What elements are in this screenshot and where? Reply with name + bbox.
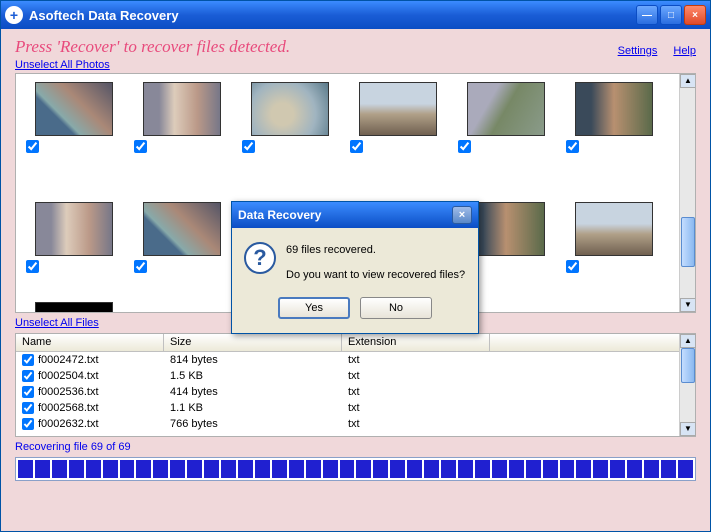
photo-thumbnail[interactable] [35,302,113,313]
dialog-text: 69 files recovered. Do you want to view … [286,242,465,283]
file-checkbox[interactable] [22,402,34,414]
photo-item[interactable] [236,82,344,182]
photo-thumbnail[interactable] [143,202,221,256]
photo-item[interactable] [128,82,236,182]
scroll-down-icon[interactable]: ▼ [680,422,696,436]
file-ext: txt [342,402,490,414]
question-icon: ? [244,242,276,274]
settings-link[interactable]: Settings [618,45,658,57]
status-text: Recovering file 69 of 69 [1,437,710,455]
photo-thumbnail[interactable] [251,82,329,136]
file-name: f0002504.txt [38,370,99,382]
file-name: f0002472.txt [38,354,99,366]
maximize-button[interactable]: □ [660,5,682,25]
unselect-all-photos-link[interactable]: Unselect All Photos [15,59,110,71]
file-row[interactable]: f0002504.txt 1.5 KB txt [16,368,695,384]
close-button[interactable]: × [684,5,706,25]
photo-item[interactable] [560,182,668,282]
file-row[interactable]: f0002472.txt 814 bytes txt [16,352,695,368]
instruction-text: Press 'Recover' to recover files detecte… [15,37,618,57]
photo-checkbox[interactable] [26,140,39,153]
photo-item[interactable] [20,182,128,282]
app-icon [5,6,23,24]
photo-thumbnail[interactable] [359,82,437,136]
file-checkbox[interactable] [22,386,34,398]
file-name: f0002632.txt [38,418,99,430]
dialog-close-button[interactable]: × [452,206,472,224]
photo-checkbox[interactable] [26,260,39,273]
photo-item[interactable] [452,82,560,182]
scroll-down-icon[interactable]: ▼ [680,298,696,312]
scroll-thumb[interactable] [681,217,695,267]
photo-item[interactable] [20,282,128,313]
recovery-dialog: Data Recovery × ? 69 files recovered. Do… [231,201,479,334]
photo-checkbox[interactable] [242,140,255,153]
scroll-thumb[interactable] [681,348,695,383]
file-checkbox[interactable] [22,370,34,382]
scroll-up-icon[interactable]: ▲ [680,74,696,88]
file-checkbox[interactable] [22,354,34,366]
yes-button[interactable]: Yes [278,297,350,319]
photo-item[interactable] [560,82,668,182]
files-scrollbar[interactable]: ▲ ▼ [679,334,695,436]
no-button[interactable]: No [360,297,432,319]
photo-checkbox[interactable] [350,140,363,153]
photo-thumbnail[interactable] [143,82,221,136]
file-size: 414 bytes [164,386,342,398]
photo-thumbnail[interactable] [35,202,113,256]
photo-scrollbar[interactable]: ▲ ▼ [679,74,695,312]
titlebar: Asoftech Data Recovery — □ × [1,1,710,29]
file-row[interactable]: f0002632.txt 766 bytes txt [16,416,695,432]
photo-checkbox[interactable] [458,140,471,153]
file-size: 1.5 KB [164,370,342,382]
file-ext: txt [342,418,490,430]
files-header: Name Size Extension [16,334,695,352]
dialog-line1: 69 files recovered. [286,242,465,259]
column-spacer [490,334,695,351]
file-size: 1.1 KB [164,402,342,414]
photo-item[interactable] [344,82,452,182]
column-name[interactable]: Name [16,334,164,351]
help-link[interactable]: Help [673,45,696,57]
photo-checkbox[interactable] [134,140,147,153]
files-body: f0002472.txt 814 bytes txt f0002504.txt … [16,352,695,432]
photo-thumbnail[interactable] [467,82,545,136]
file-row[interactable]: f0002568.txt 1.1 KB txt [16,400,695,416]
file-checkbox[interactable] [22,418,34,430]
photo-thumbnail[interactable] [575,202,653,256]
window-title: Asoftech Data Recovery [29,8,636,23]
dialog-titlebar: Data Recovery × [232,202,478,228]
photo-thumbnail[interactable] [35,82,113,136]
minimize-button[interactable]: — [636,5,658,25]
column-size[interactable]: Size [164,334,342,351]
file-size: 766 bytes [164,418,342,430]
dialog-line2: Do you want to view recovered files? [286,267,465,284]
photo-item[interactable] [20,82,128,182]
dialog-title: Data Recovery [238,208,452,222]
photo-checkbox[interactable] [566,140,579,153]
files-panel: Name Size Extension f0002472.txt 814 byt… [15,333,696,437]
photo-thumbnail[interactable] [575,82,653,136]
file-size: 814 bytes [164,354,342,366]
file-row[interactable]: f0002536.txt 414 bytes txt [16,384,695,400]
file-name: f0002536.txt [38,386,99,398]
photo-item[interactable] [128,182,236,282]
file-ext: txt [342,386,490,398]
main-window: Asoftech Data Recovery — □ × Press 'Reco… [0,0,711,532]
file-name: f0002568.txt [38,402,99,414]
progress-bar [15,457,696,481]
unselect-all-files-link[interactable]: Unselect All Files [15,317,99,329]
file-ext: txt [342,354,490,366]
column-extension[interactable]: Extension [342,334,490,351]
file-ext: txt [342,370,490,382]
scroll-up-icon[interactable]: ▲ [680,334,696,348]
photo-checkbox[interactable] [566,260,579,273]
photo-checkbox[interactable] [134,260,147,273]
